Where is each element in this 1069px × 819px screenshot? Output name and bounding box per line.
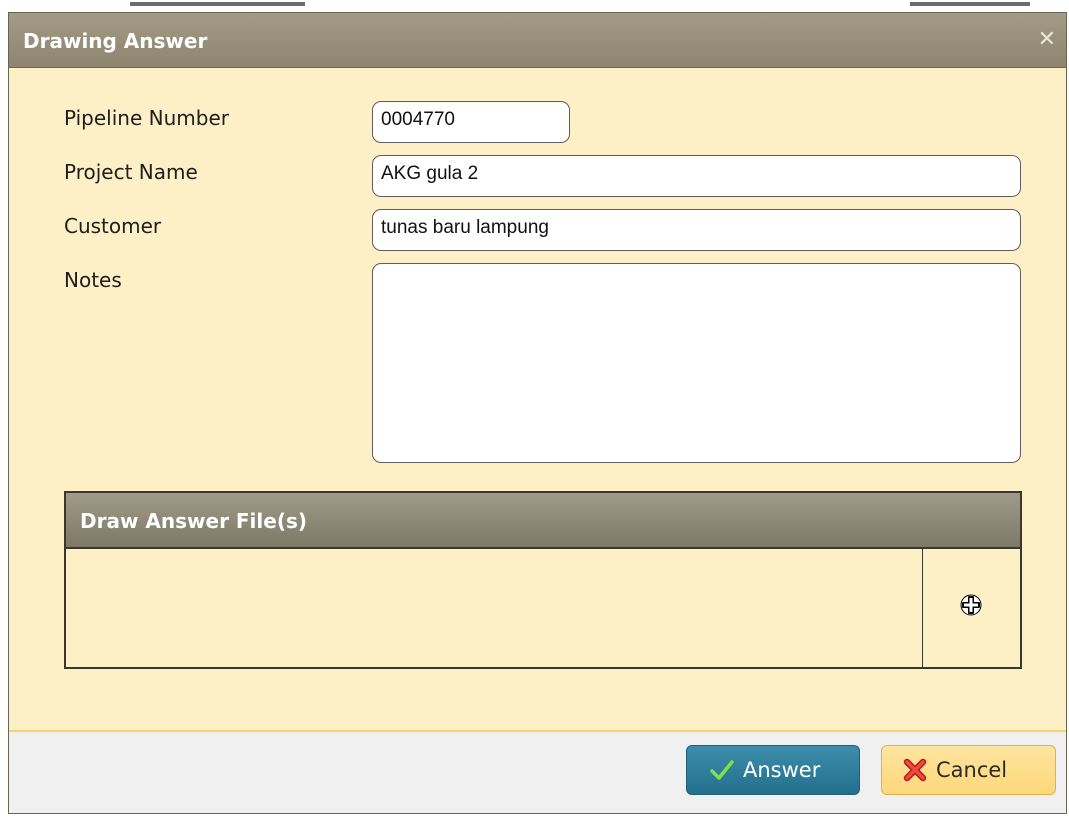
files-panel-header: Draw Answer File(s) bbox=[66, 493, 1020, 549]
pipeline-number-field[interactable]: 0004770 bbox=[372, 101, 570, 143]
notes-textarea[interactable] bbox=[372, 263, 1021, 463]
dialog-title: Drawing Answer bbox=[23, 29, 208, 53]
draw-answer-files-panel: Draw Answer File(s) bbox=[64, 491, 1022, 669]
cancel-button-label: Cancel bbox=[936, 758, 1008, 782]
add-file-button[interactable] bbox=[923, 549, 1020, 667]
background-fragment bbox=[910, 2, 1030, 6]
x-icon bbox=[903, 758, 927, 782]
check-icon bbox=[710, 760, 734, 780]
customer-label: Customer bbox=[64, 214, 162, 238]
files-list bbox=[66, 549, 923, 667]
answer-button[interactable]: Answer bbox=[686, 745, 860, 795]
project-name-label: Project Name bbox=[64, 160, 198, 184]
background-fragment bbox=[130, 2, 305, 6]
close-icon[interactable]: ✕ bbox=[1038, 27, 1056, 52]
dialog-titlebar[interactable]: Drawing Answer ✕ bbox=[9, 13, 1066, 68]
cancel-button[interactable]: Cancel bbox=[881, 745, 1056, 795]
pipeline-number-label: Pipeline Number bbox=[64, 106, 229, 130]
notes-label: Notes bbox=[64, 268, 122, 292]
answer-button-label: Answer bbox=[743, 758, 821, 782]
files-panel-title: Draw Answer File(s) bbox=[80, 509, 308, 533]
project-name-field[interactable]: AKG gula 2 bbox=[372, 155, 1021, 197]
dialog-body: Pipeline Number 0004770 Project Name AKG… bbox=[9, 68, 1066, 730]
dialog-footer: Answer Cancel bbox=[9, 730, 1066, 813]
drawing-answer-dialog: Drawing Answer ✕ Pipeline Number 0004770… bbox=[8, 12, 1067, 814]
customer-field[interactable]: tunas baru lampung bbox=[372, 209, 1021, 251]
plus-icon bbox=[960, 594, 982, 616]
